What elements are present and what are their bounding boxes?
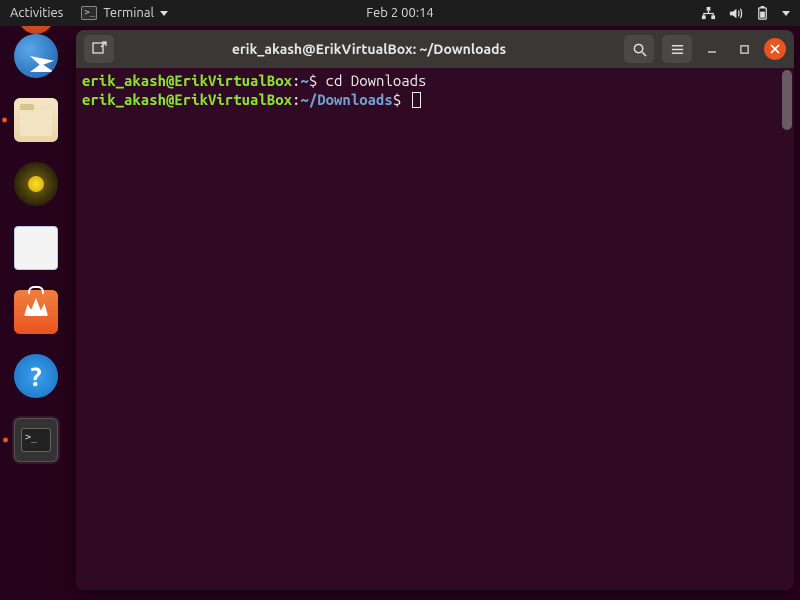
app-menu[interactable]: >_ Terminal bbox=[81, 6, 168, 20]
close-button[interactable] bbox=[764, 38, 786, 60]
cursor bbox=[412, 92, 421, 108]
command-text: cd Downloads bbox=[326, 72, 427, 89]
battery-icon bbox=[755, 6, 770, 21]
dock-item-thunderbird[interactable] bbox=[14, 34, 58, 78]
gnome-top-bar: Activities >_ Terminal Feb 2 00:14 bbox=[0, 0, 800, 26]
prompt-user: erik_akash@ErikVirtualBox bbox=[82, 91, 292, 108]
volume-icon bbox=[728, 6, 743, 21]
prompt-user: erik_akash@ErikVirtualBox bbox=[82, 72, 292, 89]
dock-item-terminal[interactable]: >_ bbox=[14, 418, 58, 462]
dock-item-files[interactable] bbox=[14, 98, 58, 142]
clock[interactable]: Feb 2 00:14 bbox=[366, 6, 433, 20]
search-icon bbox=[632, 42, 647, 57]
scrollbar-thumb[interactable] bbox=[782, 70, 792, 130]
terminal-window: erik_akash@ErikVirtualBox: ~/Downloads e… bbox=[76, 30, 794, 590]
dock-item-libreoffice-writer[interactable] bbox=[14, 226, 58, 270]
terminal-icon: >_ bbox=[81, 6, 97, 20]
search-button[interactable] bbox=[624, 35, 654, 63]
window-title: erik_akash@ErikVirtualBox: ~/Downloads bbox=[122, 41, 616, 57]
dock-item-ubuntu-software[interactable] bbox=[14, 290, 58, 334]
terminal-viewport[interactable]: erik_akash@ErikVirtualBox:~$ cd Download… bbox=[76, 68, 794, 590]
new-tab-icon bbox=[91, 41, 107, 57]
prompt-symbol: $ bbox=[393, 91, 410, 108]
terminal-icon: >_ bbox=[21, 428, 51, 452]
minimize-icon bbox=[706, 43, 718, 55]
dock-item-help[interactable]: ? bbox=[14, 354, 58, 398]
activities-button[interactable]: Activities bbox=[10, 6, 63, 20]
window-titlebar[interactable]: erik_akash@ErikVirtualBox: ~/Downloads bbox=[76, 30, 794, 68]
maximize-icon bbox=[739, 44, 750, 55]
prompt-symbol: $ bbox=[309, 72, 326, 89]
hamburger-menu-button[interactable] bbox=[662, 35, 692, 63]
running-indicator-icon bbox=[2, 118, 7, 123]
hamburger-icon bbox=[670, 42, 685, 57]
dock-show-applications[interactable] bbox=[14, 482, 58, 526]
chevron-down-icon bbox=[160, 11, 168, 16]
close-icon bbox=[770, 44, 780, 54]
app-menu-label: Terminal bbox=[103, 6, 154, 20]
new-tab-button[interactable] bbox=[84, 35, 114, 63]
network-icon bbox=[701, 6, 716, 21]
running-indicator-icon bbox=[3, 438, 8, 443]
dock-item-rhythmbox[interactable] bbox=[14, 162, 58, 206]
prompt-path: ~ bbox=[300, 72, 308, 89]
ubuntu-dock: ? >_ bbox=[0, 26, 72, 600]
help-glyph: ? bbox=[30, 362, 41, 391]
minimize-button[interactable] bbox=[700, 35, 724, 63]
maximize-button[interactable] bbox=[732, 35, 756, 63]
prompt-path: ~/Downloads bbox=[300, 91, 392, 108]
chevron-down-icon bbox=[782, 11, 790, 16]
system-status-area[interactable] bbox=[701, 6, 790, 21]
